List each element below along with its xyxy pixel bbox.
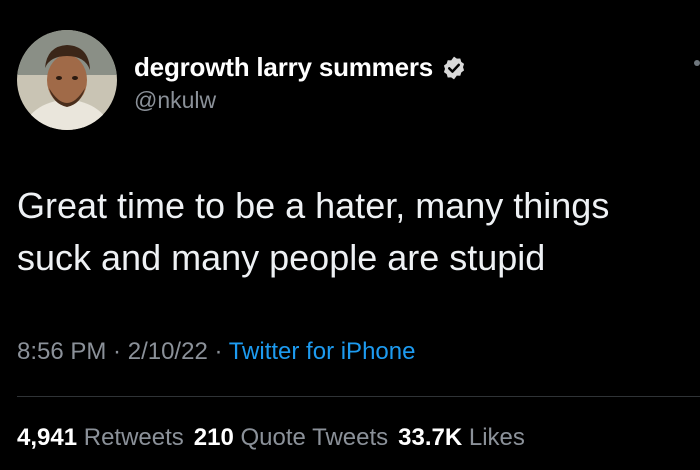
meta-separator: · (207, 338, 229, 365)
meta-separator: · (106, 338, 128, 365)
retweets-count: 4,941 (17, 424, 78, 451)
tweet-stats: 4,941 Retweets 210 Quote Tweets 33.7K Like… (17, 424, 525, 452)
display-name[interactable]: degrowth larry summers (134, 52, 433, 83)
verified-badge-icon (441, 55, 467, 81)
author-name-row: degrowth larry summers (134, 52, 467, 83)
retweets-stat[interactable]: 4,941 Retweets (17, 424, 184, 451)
retweets-label: Retweets (77, 424, 184, 451)
tweet-text-line-2: suck and many people are stupid (17, 237, 546, 278)
tweet-card: degrowth larry summers @nkulw Great time… (0, 0, 700, 470)
more-options-icon[interactable] (694, 60, 700, 66)
tweet-date[interactable]: 2/10/22 (128, 338, 208, 365)
tweet-text-line-1: Great time to be a hater, many things (17, 185, 610, 226)
divider (17, 396, 700, 397)
tweet-source-link[interactable]: Twitter for iPhone (229, 338, 416, 365)
quote-tweets-count: 210 (193, 424, 234, 451)
quote-tweets-stat[interactable]: 210 Quote Tweets (194, 424, 388, 451)
likes-label: Likes (462, 424, 525, 451)
tweet-text: Great time to be a hater, many things su… (17, 180, 700, 284)
likes-count: 33.7K (398, 424, 463, 451)
quote-tweets-label: Quote Tweets (233, 424, 389, 451)
tweet-time[interactable]: 8:56 PM (17, 338, 106, 365)
avatar-photo (17, 30, 117, 130)
tweet-meta: 8:56 PM · 2/10/22 · Twitter for iPhone (17, 338, 415, 366)
author-handle[interactable]: @nkulw (134, 87, 216, 114)
avatar[interactable] (17, 30, 117, 130)
likes-stat[interactable]: 33.7K Likes (398, 424, 525, 451)
